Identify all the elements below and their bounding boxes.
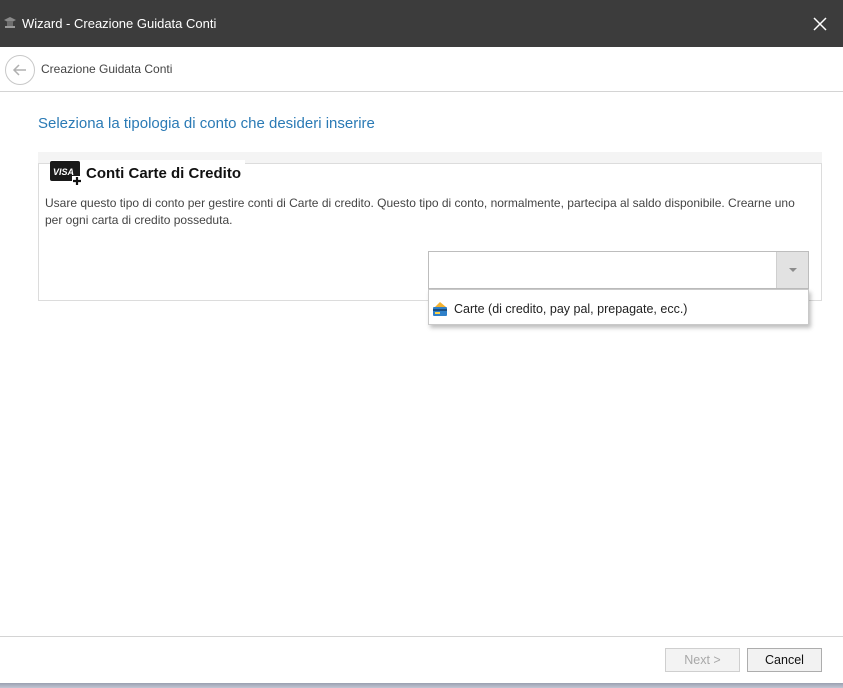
footer-divider [0, 636, 843, 637]
cancel-button[interactable]: Cancel [747, 648, 822, 672]
group-title: VISA Conti Carte di Credito [50, 160, 246, 186]
back-button[interactable] [5, 55, 35, 85]
visa-badge-text: VISA [53, 167, 74, 177]
credit-card-icon [431, 300, 449, 318]
navigation-bar: Creazione Guidata Conti [0, 47, 843, 92]
window-bottom-edge [0, 683, 843, 688]
account-type-combobox[interactable] [428, 251, 809, 289]
combobox-dropdown-button[interactable] [776, 252, 808, 288]
page-heading: Seleziona la tipologia di conto che desi… [38, 115, 375, 132]
combobox-dropdown-list: Carte (di credito, pay pal, prepagate, e… [428, 289, 809, 325]
visa-card-add-icon: VISA [50, 160, 83, 186]
breadcrumb: Creazione Guidata Conti [41, 62, 173, 76]
wizard-hat-icon [3, 15, 17, 29]
group-title-label: Conti Carte di Credito [86, 164, 242, 182]
group-description: Usare questo tipo di conto per gestire c… [45, 196, 795, 227]
title-bar: Wizard - Creazione Guidata Conti [0, 0, 843, 47]
next-button[interactable]: Next > [665, 648, 740, 672]
back-arrow-icon [12, 64, 26, 76]
window-title: Wizard - Creazione Guidata Conti [22, 16, 217, 31]
dropdown-option-carte[interactable]: Carte (di credito, pay pal, prepagate, e… [431, 298, 687, 320]
chevron-down-icon [788, 268, 797, 272]
dropdown-option-label: Carte (di credito, pay pal, prepagate, e… [454, 302, 688, 316]
close-button[interactable] [797, 0, 843, 47]
close-icon [813, 16, 827, 31]
